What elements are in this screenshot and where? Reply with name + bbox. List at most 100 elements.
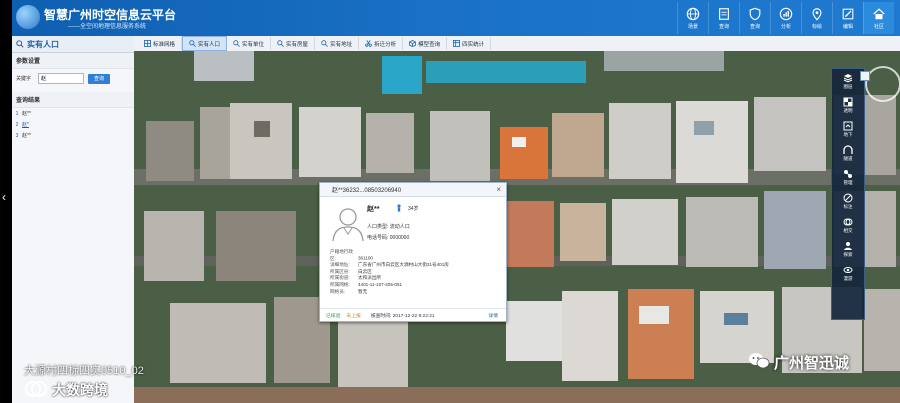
nav-scene-button[interactable]: 场景: [677, 2, 708, 34]
keyword-input[interactable]: [38, 73, 84, 84]
document-icon: [719, 7, 729, 20]
tool-label: 模型查询: [418, 41, 441, 48]
nav-analysis-button[interactable]: 分析: [770, 2, 801, 34]
search-icon: [321, 40, 328, 47]
person-phone: 电话号码: 0000000: [367, 235, 410, 241]
result-item[interactable]: 1 赵**: [12, 108, 134, 119]
detail-key: 户籍地行政区:: [330, 249, 353, 261]
shield-icon: [749, 7, 761, 20]
left-arrow-icon[interactable]: ‹: [2, 190, 6, 204]
rb-intersect-button[interactable]: 相交: [832, 213, 864, 237]
detail-value: 暂无: [358, 288, 368, 294]
rb-label: 相交: [843, 227, 853, 233]
details-link[interactable]: 详情: [488, 312, 498, 319]
rb-tunnel-button[interactable]: 隧道: [832, 141, 864, 165]
person-details: 户籍地行政区: 361100 详细地址: 广东省广州市白云区大源村山大街31号401…: [330, 249, 449, 295]
detail-value: 361100: [358, 255, 373, 261]
tool-label: 实有单位: [242, 41, 265, 48]
nav-query-button[interactable]: 查询: [708, 2, 739, 34]
person-name: 赵**: [367, 206, 380, 213]
cube-icon: [409, 40, 417, 47]
app-header: 智慧广州时空信息云平台 ——全空间地理信息服务系统 场景 查询 查询 分析 标绘: [12, 0, 900, 36]
rb-label: 地下: [843, 131, 853, 137]
rb-label: 标注: [843, 203, 853, 209]
tool-units[interactable]: 实有单位: [227, 37, 272, 50]
search-icon: [16, 40, 24, 48]
search-icon: [233, 40, 240, 47]
detail-key: 所属网格:: [330, 281, 350, 287]
nav-plot-button[interactable]: 标绘: [801, 2, 832, 34]
tool-four-stats[interactable]: 四实统计: [447, 37, 492, 50]
nav-community-button[interactable]: 社区: [863, 2, 894, 34]
detail-value: 4401-11-107-205-051: [358, 281, 403, 287]
person-info-popup: 赵**36232...08503206940 × 赵** 34岁 人口类型: 流…: [319, 182, 507, 322]
keyword-label: 关键字: [16, 76, 32, 82]
nav-plot-label: 标绘: [811, 23, 822, 30]
nav-query2-label: 查询: [749, 23, 760, 30]
result-index: 1: [15, 110, 19, 117]
video-watermark-title: 大源村四标四实0510_02: [24, 365, 144, 377]
grid-icon: [144, 40, 151, 47]
person-type: 人口类型: 流动人口: [367, 224, 410, 230]
home-icon: [873, 7, 885, 19]
map-toolbar: 标准网格 实有人口 实有单位 实有房屋 实有地址 拆迁分析 模型查询 四实统计: [134, 36, 900, 52]
tool-addresses[interactable]: 实有地址: [315, 37, 360, 50]
scissors-icon: [365, 40, 372, 47]
nav-edit-label: 编辑: [842, 23, 853, 30]
detail-value: 白云区: [358, 268, 372, 274]
rb-roam-button[interactable]: 漫游: [832, 261, 864, 285]
right-toolbar: 图层 透明 地下 隧道 管理 标注 相交 探索 漫游: [831, 68, 865, 320]
search-icon: [277, 40, 284, 47]
detail-row: 所属网格: 4401-11-107-205-051: [330, 282, 449, 289]
tool-demolition-analysis[interactable]: 拆迁分析: [359, 37, 404, 50]
panel-title: 实有人口: [27, 39, 59, 49]
tool-label: 实有房屋: [286, 41, 309, 48]
rb-label: 隧道: [843, 155, 853, 161]
status-verified-badge: 已核验: [326, 313, 341, 319]
explore-icon: [844, 241, 852, 250]
tool-label: 实有人口: [198, 41, 221, 48]
detail-row: 户籍地行政区: 361100: [330, 249, 449, 262]
compass-icon[interactable]: [865, 66, 900, 102]
popup-footer: 已核验 未上报 核查时间: 2017-12-22 9:22:21 详情: [320, 308, 506, 321]
transparency-icon: [843, 97, 853, 106]
layers-icon: [843, 73, 853, 83]
rb-manage-button[interactable]: 管理: [832, 165, 864, 189]
detail-key: 所属街道:: [330, 275, 350, 281]
rb-label: 探索: [843, 251, 853, 257]
tool-standard-grid[interactable]: 标准网格: [138, 37, 183, 50]
avatar-icon: [332, 208, 364, 242]
popup-header: 赵**36232...08503206940 ×: [320, 183, 506, 197]
intersect-icon: [843, 218, 853, 225]
tool-houses[interactable]: 实有房屋: [271, 37, 316, 50]
tool-population[interactable]: 实有人口: [182, 36, 228, 51]
close-icon[interactable]: ×: [496, 185, 501, 194]
detail-value: 广东省广州市白云区大源村山大街31号401房: [358, 262, 449, 268]
result-item[interactable]: 2 赵*: [12, 119, 134, 130]
nav-community-label: 社区: [873, 23, 884, 30]
detail-row: 所属街道: 太和派出所: [330, 275, 449, 282]
app-logo-icon: [16, 5, 40, 29]
tool-label: 四实统计: [462, 41, 485, 48]
map-3d-view[interactable]: [134, 51, 900, 403]
detail-value: 太和派出所: [358, 275, 381, 281]
tunnel-icon: [843, 144, 853, 154]
nav-analysis-label: 分析: [780, 23, 791, 30]
result-text: 赵*: [22, 122, 29, 128]
nav-edit-button[interactable]: 编辑: [832, 2, 863, 34]
rb-explore-button[interactable]: 探索: [832, 237, 864, 261]
rb-underground-button[interactable]: 地下: [832, 117, 864, 141]
result-index: 3: [15, 132, 19, 139]
popup-header-text: 赵**36232...08503206940: [332, 188, 402, 194]
detail-row: 网格员: 暂无: [330, 289, 449, 296]
result-item[interactable]: 3 赵**: [12, 130, 134, 141]
rb-label-button[interactable]: 标注: [832, 189, 864, 213]
query-button[interactable]: 查询: [88, 73, 110, 84]
roam-icon: [843, 266, 853, 273]
toolbar-toggle-button[interactable]: [860, 71, 870, 81]
nav-query2-button[interactable]: 查询: [739, 2, 770, 34]
results-section-title: 查询结果: [12, 92, 134, 108]
rb-label: 透明: [843, 107, 853, 113]
tool-model-query[interactable]: 模型查询: [403, 37, 448, 50]
rb-transparency-button[interactable]: 透明: [832, 93, 864, 117]
